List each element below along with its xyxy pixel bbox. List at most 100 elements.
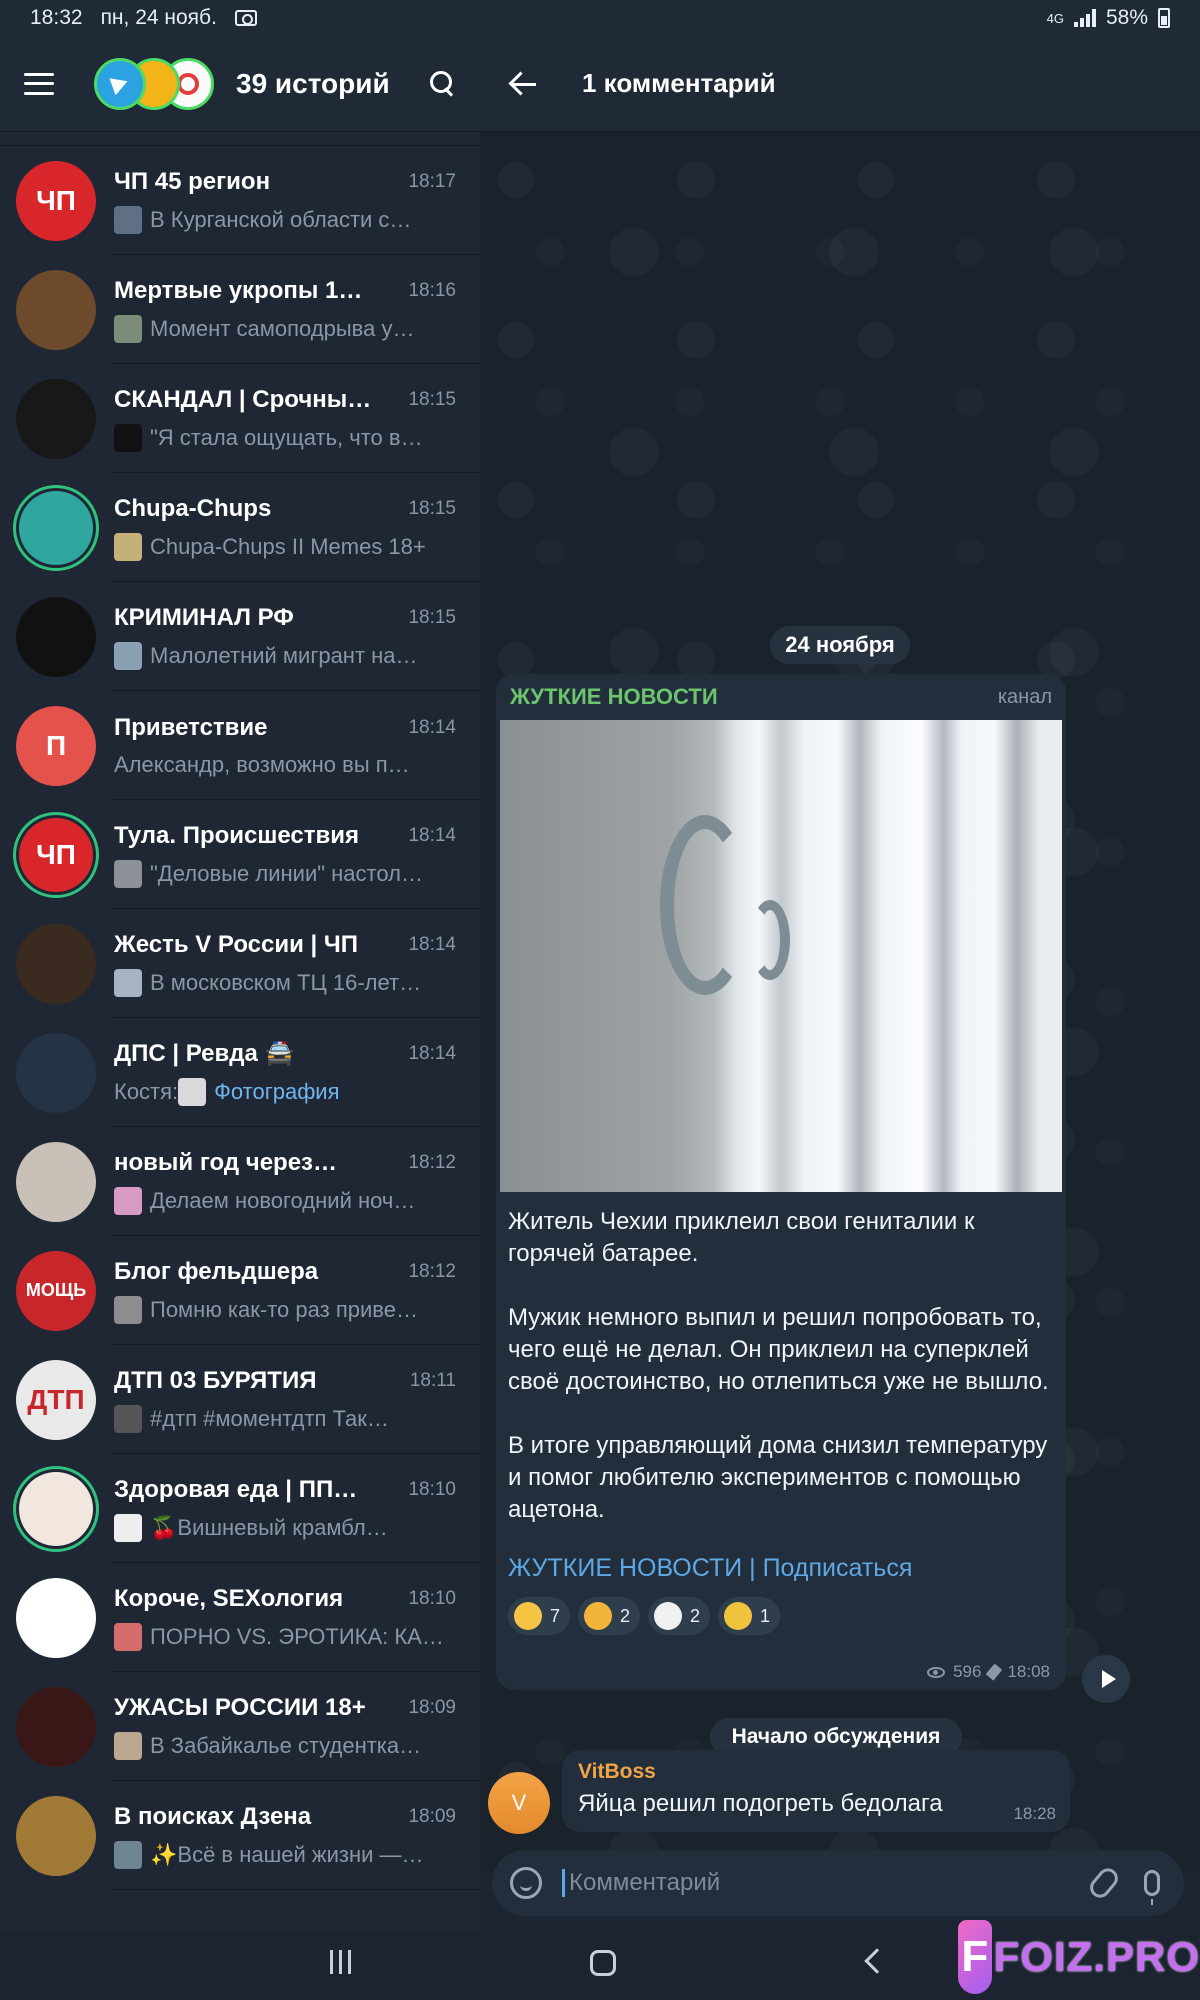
preview-text: В Курганской области с… [150, 206, 412, 232]
chat-row-top: ДПС | Ревда 🚔 18:14 [114, 1039, 456, 1068]
chat-row-body: Тула. Происшествия 18:14 "Деловые линии" н… [114, 822, 480, 888]
preview-text: Малолетний мигрант на… [150, 642, 418, 668]
preview-thumbnail [114, 1513, 142, 1542]
chat-row[interactable]: МОЩЬ Блог фельдшера 18:12 Помню как-то раз … [0, 1236, 480, 1345]
chat-list-header: 39 историй [0, 36, 480, 132]
reaction-pill[interactable]: 1 [718, 1597, 781, 1635]
story-avatar[interactable] [94, 57, 146, 110]
chat-row-top: КРИМИНАЛ РФ 18:15 [114, 604, 456, 632]
chat-row-top: Здоровая еда | ПП… 18:10 [114, 1476, 456, 1504]
avatar[interactable] [16, 596, 96, 677]
comment-input[interactable] [562, 1869, 1094, 1897]
chat-row[interactable]: ДПС | Ревда 🚔 18:14 Костя: Фотография [0, 1018, 480, 1127]
stories-avatars[interactable] [94, 57, 214, 110]
status-date: пн, 24 нояб. [100, 6, 217, 29]
avatar[interactable]: ЧП [16, 160, 96, 241]
chat-name: Chupa-Chups [114, 494, 272, 522]
post-photo[interactable] [500, 720, 1062, 1192]
chat-row[interactable]: ЧП Тула. Происшествия 18:14 "Деловые линии"… [0, 800, 480, 909]
chat-name: В поисках Дзена [114, 1802, 312, 1830]
chat-row[interactable]: В поисках Дзена 18:09 ✨Всё в нашей жизни —… [0, 1781, 480, 1890]
comment-bubble[interactable]: VitBoss Яйца решил подогреть бедолага 18… [562, 1750, 1070, 1832]
chat-row[interactable]: КРИМИНАЛ РФ 18:15 Малолетний мигрант на… [0, 582, 480, 691]
home-icon[interactable] [590, 1950, 616, 1976]
chat-row-body: Chupa-Chups 18:15 Chupa-Chups II Memes 18+ [114, 495, 480, 561]
stories-title[interactable]: 39 историй [236, 68, 390, 100]
preview-thumbnail [114, 1731, 142, 1760]
avatar[interactable]: V [488, 1772, 550, 1834]
partial-chat-row[interactable] [0, 132, 480, 146]
avatar[interactable]: П [16, 705, 96, 786]
chat-row[interactable]: ДТП ДТП 03 БУРЯТИЯ 18:11 #дтп #моментдтп Та… [0, 1345, 480, 1454]
chat-row[interactable]: Chupa-Chups 18:15 Chupa-Chups II Memes 18+ [0, 473, 480, 582]
avatar[interactable] [16, 923, 96, 1004]
preview-thumbnail [114, 423, 142, 452]
chat-row[interactable]: Жесть V России | ЧП 18:14 В московском ТЦ … [0, 909, 480, 1018]
battery-icon [1158, 8, 1170, 28]
chat-row[interactable]: СКАНДАЛ | Срочны… 18:15 "Я стала ощущать, … [0, 364, 480, 473]
chat-row[interactable]: УЖАСЫ РОССИИ 18+ 18:09 В Забайкалье студен… [0, 1672, 480, 1781]
reaction-thumbs-up[interactable]: 2 [578, 1597, 641, 1635]
preview-text: "Я стала ощущать, что в… [150, 424, 423, 450]
avatar[interactable]: ЧП [19, 817, 93, 892]
avatar[interactable] [16, 378, 96, 459]
emoji-icon[interactable] [510, 1867, 542, 1899]
avatar[interactable] [16, 1141, 96, 1222]
preview-thumbnail [114, 968, 142, 997]
microphone-icon[interactable] [1144, 1870, 1160, 1905]
chat-time: 18:15 [408, 388, 456, 410]
avatar[interactable] [16, 269, 96, 350]
chat-row-top: Блог фельдшера 18:12 [114, 1258, 456, 1286]
chat-row[interactable]: ЧП ЧП 45 регион 18:17 В Курганской области … [0, 146, 480, 255]
chat-preview: Делаем новогодний ноч… [114, 1186, 456, 1215]
chat-row[interactable]: П Приветствие 18:14 Александр, возможно вы … [0, 691, 480, 800]
avatar[interactable]: МОЩЬ [16, 1250, 96, 1331]
chat-name: Мертвые укропы 1… [114, 276, 363, 304]
watermark-logo: F FOIZ.PRO [958, 1914, 1200, 2000]
chat-row[interactable]: Здоровая еда | ПП… 18:10 🍒Вишневый крамбл… [0, 1454, 480, 1563]
subscribe-link[interactable]: ЖУТКИЕ НОВОСТИ | Подписаться [496, 1554, 1066, 1583]
search-icon[interactable] [430, 70, 456, 97]
comment-author[interactable]: VitBoss [578, 1760, 1054, 1784]
chat-preview: Костя: Фотография [114, 1078, 456, 1106]
share-button[interactable] [1082, 1655, 1130, 1703]
status-time: 18:32 [30, 6, 83, 29]
recent-apps-icon[interactable] [330, 1950, 351, 1974]
avatar[interactable] [19, 1471, 93, 1546]
chat-row-top: Тула. Происшествия 18:14 [114, 822, 456, 850]
avatar[interactable] [19, 490, 93, 565]
avatar[interactable] [16, 1686, 96, 1767]
chat-row[interactable]: Короче, SEXология 18:10 ПОРНО VS. ЭРОТИКА:… [0, 1563, 480, 1672]
avatar[interactable] [16, 1032, 96, 1113]
comments-header: 1 комментарий [480, 36, 1200, 132]
chat-name: ДПС | Ревда 🚔 [114, 1040, 295, 1067]
chat-row[interactable]: новый год через… 18:12 Делаем новогодний н… [0, 1127, 480, 1236]
preview-text: ✨Всё в нашей жизни —… [150, 1841, 424, 1867]
post-channel-name[interactable]: ЖУТКИЕ НОВОСТИ [510, 684, 718, 710]
back-nav-icon[interactable] [864, 1948, 890, 1974]
story-logo-icon [177, 72, 199, 95]
chat-preview: В московском ТЦ 16-лет… [114, 968, 456, 997]
preview-text: Момент самоподрыва у… [150, 315, 415, 341]
reaction-clown[interactable]: 2 [648, 1597, 711, 1635]
chat-row-top: Мертвые укропы 1… 18:16 [114, 277, 456, 305]
chat-preview: "Деловые линии" настол… [114, 859, 456, 888]
chat-preview: Помню как-то раз приве… [114, 1295, 456, 1324]
reaction-grin[interactable]: 7 [508, 1597, 571, 1635]
reaction-count: 2 [690, 1605, 701, 1626]
preview-thumbnail [114, 1295, 142, 1324]
chat-row[interactable]: Мертвые укропы 1… 18:16 Момент самоподрыва… [0, 255, 480, 364]
chat-row-body: ЧП 45 регион 18:17 В Курганской области с… [114, 168, 480, 234]
chat-time: 18:16 [408, 279, 456, 301]
channel-post[interactable]: ЖУТКИЕ НОВОСТИ канал Житель Чехии прикле… [496, 674, 1066, 1690]
back-arrow-icon[interactable] [510, 74, 536, 94]
reaction-count: 1 [760, 1605, 771, 1626]
menu-icon[interactable] [24, 72, 54, 95]
avatar[interactable] [16, 1795, 96, 1876]
avatar[interactable]: ДТП [16, 1359, 96, 1440]
pin-icon [986, 1663, 1003, 1681]
avatar[interactable] [16, 1577, 96, 1658]
chat-time: 18:10 [408, 1478, 456, 1500]
signal-icon [1073, 9, 1096, 27]
chat-preview: ПОРНО VS. ЭРОТИКА: КА… [114, 1622, 456, 1651]
